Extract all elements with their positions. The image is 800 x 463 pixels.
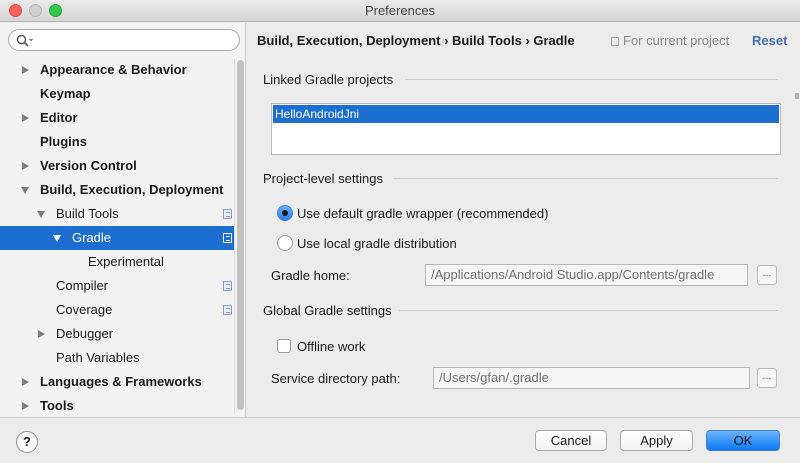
- project-scope-icon: [223, 209, 232, 219]
- sidebar-item-label: Coverage: [56, 302, 113, 317]
- sidebar-item-label: Appearance & Behavior: [40, 62, 187, 77]
- chevron-right-icon[interactable]: [20, 106, 32, 130]
- sidebar-item[interactable]: Languages & Frameworks: [0, 370, 234, 394]
- project-scope-icon: [223, 233, 232, 243]
- global-settings-title: Global Gradle settings: [263, 303, 392, 318]
- chevron-down-icon[interactable]: [20, 178, 32, 202]
- sidebar-item-label: Keymap: [40, 86, 91, 101]
- service-directory-field[interactable]: /Users/gfan/.gradle: [433, 367, 750, 389]
- chevron-down-icon[interactable]: [36, 202, 48, 226]
- sidebar-item-label: Path Variables: [56, 350, 140, 365]
- settings-sidebar: Appearance & Behavior Keymap Editor Plugins…: [0, 23, 246, 417]
- linked-projects-list[interactable]: HelloAndroidJni: [271, 103, 781, 155]
- cancel-button[interactable]: Cancel: [535, 430, 607, 451]
- scrollbar-thumb[interactable]: [237, 60, 244, 410]
- sidebar-item[interactable]: Path Variables: [0, 346, 234, 370]
- sidebar-item[interactable]: Keymap: [0, 82, 234, 106]
- scope-text: For current project: [623, 33, 730, 48]
- local-distribution-radio[interactable]: [277, 235, 293, 251]
- sidebar-scrollbar[interactable]: [234, 58, 245, 414]
- chevron-right-icon[interactable]: [36, 322, 48, 346]
- chevron-down-icon[interactable]: [52, 226, 64, 250]
- sidebar-item-label: Build Tools: [56, 206, 119, 221]
- default-wrapper-radio[interactable]: [277, 205, 293, 221]
- sidebar-item-label: Tools: [40, 398, 74, 413]
- sidebar-item-label: Experimental: [88, 254, 164, 269]
- apply-button[interactable]: Apply: [620, 430, 693, 451]
- sidebar-item[interactable]: Coverage: [0, 298, 234, 322]
- panel-edge-marker: [795, 93, 799, 99]
- local-distribution-label[interactable]: Use local gradle distribution: [297, 236, 457, 251]
- separator: [393, 178, 778, 179]
- sidebar-item[interactable]: Compiler: [0, 274, 234, 298]
- help-button[interactable]: ?: [16, 431, 38, 453]
- sidebar-item-label: Debugger: [56, 326, 114, 341]
- sidebar-item-label: Compiler: [56, 278, 109, 293]
- project-scope-icon: [611, 37, 619, 46]
- title-bar: Preferences: [0, 0, 800, 22]
- service-directory-browse-button[interactable]: ...: [757, 368, 777, 388]
- search-icon: [16, 34, 33, 47]
- project-scope-icon: [223, 281, 232, 291]
- sidebar-item-label: Build, Execution, Deployment: [40, 182, 224, 197]
- sidebar-item[interactable]: Appearance & Behavior: [0, 58, 234, 82]
- linked-projects-title: Linked Gradle projects: [263, 72, 394, 87]
- sidebar-item-label: Editor: [40, 110, 78, 125]
- offline-work-label[interactable]: Offline work: [297, 339, 365, 354]
- sidebar-item-label: Languages & Frameworks: [40, 374, 202, 389]
- breadcrumb: Build, Execution, Deployment › Build Too…: [257, 33, 575, 48]
- gradle-settings-panel: Build, Execution, Deployment › Build Too…: [247, 23, 800, 417]
- sidebar-item[interactable]: Build Tools: [0, 202, 234, 226]
- search-input[interactable]: [8, 29, 240, 51]
- sidebar-item-label: Plugins: [40, 134, 87, 149]
- sidebar-item[interactable]: Experimental: [0, 250, 234, 274]
- separator: [399, 310, 778, 311]
- sidebar-item-label: Version Control: [40, 158, 137, 173]
- chevron-right-icon[interactable]: [20, 154, 32, 178]
- ok-button[interactable]: OK: [706, 430, 780, 451]
- project-level-title: Project-level settings: [263, 171, 383, 186]
- sidebar-item[interactable]: Editor: [0, 106, 234, 130]
- list-item[interactable]: HelloAndroidJni: [273, 105, 779, 123]
- chevron-right-icon[interactable]: [20, 370, 32, 394]
- default-wrapper-label[interactable]: Use default gradle wrapper (recommended): [297, 206, 548, 221]
- reset-link[interactable]: Reset: [752, 33, 787, 48]
- sidebar-item[interactable]: Version Control: [0, 154, 234, 178]
- chevron-right-icon[interactable]: [20, 394, 32, 418]
- sidebar-item-label: Gradle: [72, 230, 112, 245]
- offline-work-checkbox[interactable]: [277, 339, 291, 353]
- dialog-footer: ? Cancel Apply OK: [0, 417, 800, 463]
- service-directory-label: Service directory path:: [271, 371, 401, 386]
- separator: [405, 79, 778, 80]
- project-scope-icon: [223, 305, 232, 315]
- gradle-home-field[interactable]: /Applications/Android Studio.app/Content…: [425, 264, 748, 286]
- sidebar-item[interactable]: Tools: [0, 394, 234, 418]
- window-title: Preferences: [364, 3, 436, 18]
- scope-label: For current project: [611, 33, 729, 48]
- chevron-right-icon[interactable]: [20, 58, 32, 82]
- sidebar-item[interactable]: Build, Execution, Deployment: [0, 178, 234, 202]
- sidebar-item[interactable]: Gradle: [0, 226, 234, 250]
- sidebar-item[interactable]: Debugger: [0, 322, 234, 346]
- settings-tree: Appearance & Behavior Keymap Editor Plugins…: [0, 58, 234, 418]
- gradle-home-label: Gradle home:: [271, 268, 350, 283]
- sidebar-item[interactable]: Plugins: [0, 130, 234, 154]
- gradle-home-browse-button[interactable]: ...: [757, 265, 777, 285]
